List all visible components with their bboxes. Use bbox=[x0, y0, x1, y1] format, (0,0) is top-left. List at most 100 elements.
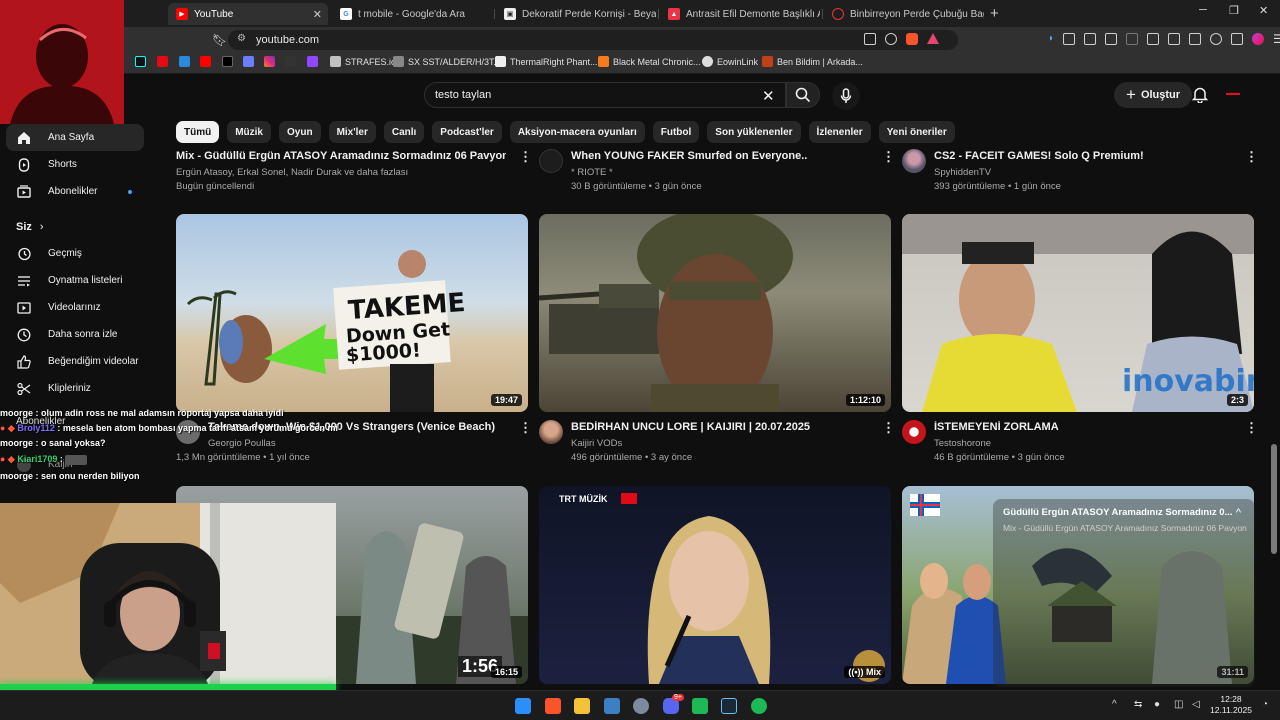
leo-icon[interactable] bbox=[1210, 33, 1223, 45]
tab-antrasit[interactable]: ▲ Antrasit Efil Demonte Başlıklı Ahşap bbox=[660, 3, 820, 25]
tray-wifi-icon[interactable]: ◫ bbox=[1174, 699, 1183, 710]
bookmark-strafes[interactable]: STRAFES.io bbox=[330, 56, 396, 67]
menu-icon[interactable]: ☰ bbox=[1273, 33, 1280, 45]
brave-rewards-icon[interactable] bbox=[927, 33, 939, 44]
notification-bell-icon[interactable]: ◔ bbox=[1262, 699, 1268, 710]
video-channel[interactable]: Kaijiri VODs bbox=[571, 438, 871, 449]
url-field[interactable]: ⚙︎ youtube.com bbox=[228, 30, 958, 50]
sidebar-item-subscriptions[interactable]: Abonelikler bbox=[0, 178, 150, 205]
more-options-icon[interactable]: ⋮ bbox=[1245, 149, 1258, 165]
chip-mixes[interactable]: Mix'ler bbox=[328, 121, 376, 143]
video-channel[interactable]: Testoshorone bbox=[934, 438, 1234, 449]
spotify-icon[interactable] bbox=[751, 698, 767, 714]
bookmark-x[interactable] bbox=[222, 56, 233, 67]
more-options-icon[interactable]: ⋮ bbox=[1245, 420, 1258, 436]
video-title[interactable]: When YOUNG FAKER Smurfed on Everyone.. bbox=[571, 150, 871, 162]
close-window-button[interactable]: ✕ bbox=[1259, 4, 1268, 17]
tab-youtube[interactable]: ▶ YouTube ✕ bbox=[168, 3, 328, 25]
profile-icon[interactable] bbox=[1252, 33, 1265, 45]
sidebar-item-playlists[interactable]: Oynatma listeleri bbox=[0, 267, 150, 294]
create-button[interactable]: + Oluştur bbox=[1114, 82, 1193, 108]
tray-network-icon[interactable]: ⇆ bbox=[1134, 699, 1142, 710]
settings-icon[interactable] bbox=[633, 698, 649, 714]
brave-icon[interactable] bbox=[545, 698, 561, 714]
bookmark-twitch[interactable] bbox=[307, 56, 318, 67]
photos-icon[interactable] bbox=[604, 698, 620, 714]
extension-icon[interactable] bbox=[1105, 33, 1118, 45]
bookmark-calc[interactable] bbox=[243, 56, 254, 67]
search-input[interactable]: testo taylan bbox=[424, 82, 786, 108]
clear-search-icon[interactable]: ✕ bbox=[762, 87, 775, 105]
tab-dekoratif[interactable]: ▣ Dekoratif Perde Kornişi - Beyaz, Siyah bbox=[496, 3, 656, 25]
video-channel[interactable]: * RIOTE * bbox=[571, 167, 871, 178]
bookmark-star-icon[interactable]: 🔖︎ bbox=[212, 33, 227, 47]
channel-avatar[interactable] bbox=[539, 149, 563, 173]
video-channel[interactable]: Ergün Atasoy, Erkal Sonel, Nadir Durak v… bbox=[176, 167, 506, 178]
vpn-icon[interactable] bbox=[1231, 33, 1244, 45]
extension-icon[interactable] bbox=[1063, 33, 1076, 45]
bookmark-eowinlink[interactable]: EowinLink bbox=[702, 56, 758, 67]
search-button[interactable] bbox=[786, 82, 820, 108]
app-icon[interactable] bbox=[692, 698, 708, 714]
voice-search-button[interactable] bbox=[832, 82, 860, 110]
sidebar-item-your-videos[interactable]: Videolarınız bbox=[0, 294, 150, 321]
sidebar-item-shorts[interactable]: Shorts bbox=[0, 151, 150, 178]
audio-icon[interactable]: ◗ bbox=[1048, 33, 1054, 45]
tray-volume-icon[interactable]: ◁ bbox=[1192, 699, 1200, 710]
more-options-icon[interactable]: ⋮ bbox=[882, 149, 895, 165]
sidebar-you-header[interactable]: Siz › bbox=[0, 213, 150, 240]
file-explorer-icon[interactable] bbox=[574, 698, 590, 714]
video-title[interactable]: İSTEMEYENİ ZORLAMA bbox=[934, 421, 1234, 433]
restore-button[interactable]: ❐ bbox=[1229, 4, 1239, 17]
extension-icon[interactable] bbox=[1126, 33, 1139, 45]
video-card-info[interactable]: When YOUNG FAKER Smurfed on Everyone.. *… bbox=[571, 150, 871, 192]
chip-music[interactable]: Müzik bbox=[227, 121, 271, 143]
sidebar-icon[interactable] bbox=[1168, 33, 1181, 45]
sidebar-item-clips[interactable]: Klipleriniz bbox=[0, 375, 150, 402]
video-thumbnail[interactable]: inovabin 2:3 bbox=[902, 214, 1254, 412]
bookmark-tiktok[interactable] bbox=[135, 56, 146, 67]
video-card-info[interactable]: İSTEMEYENİ ZORLAMA Testoshorone 46 B gör… bbox=[934, 421, 1234, 463]
bookmark-benbildim[interactable]: Ben Bildim | Arkada... bbox=[762, 56, 863, 67]
bookmark-youtube[interactable] bbox=[200, 56, 211, 67]
more-options-icon[interactable]: ⋮ bbox=[882, 420, 895, 436]
account-avatar[interactable]: ▬▬ bbox=[1226, 90, 1252, 102]
notifications-button[interactable] bbox=[1191, 86, 1209, 106]
sidebar-item-history[interactable]: Geçmiş bbox=[0, 240, 150, 267]
tray-mic-icon[interactable]: ● bbox=[1154, 699, 1160, 710]
video-title[interactable]: BEDİRHAN UNCU LORE | KAIJIRI | 20.07.202… bbox=[571, 421, 871, 433]
more-options-icon[interactable]: ⋮ bbox=[519, 420, 532, 436]
chip-gaming[interactable]: Oyun bbox=[279, 121, 321, 143]
video-thumbnail[interactable]: TAKEME Down Get $1000! 19:47 bbox=[176, 214, 528, 412]
chip-football[interactable]: Futbol bbox=[652, 121, 700, 143]
chip-podcasts[interactable]: Podcast'ler bbox=[432, 121, 502, 143]
video-thumbnail[interactable]: 1:12:10 bbox=[539, 214, 891, 412]
more-options-icon[interactable]: ⋮ bbox=[519, 149, 532, 165]
tab-binbirreyon[interactable]: Binbirreyon Perde Çubuğu Bağlantı P bbox=[824, 3, 984, 25]
new-tab-button[interactable]: + bbox=[990, 5, 999, 22]
bookmark-thermalright[interactable]: ThermalRight Phant... bbox=[495, 56, 598, 67]
close-tab-icon[interactable]: ✕ bbox=[313, 8, 322, 21]
cast-icon[interactable] bbox=[864, 33, 876, 45]
chip-action-adventure[interactable]: Aksiyon-macera oyunları bbox=[509, 121, 645, 143]
bookmark-link[interactable] bbox=[179, 56, 190, 67]
video-channel[interactable]: SpyhiddenTV bbox=[934, 167, 1234, 178]
tray-chevron-icon[interactable]: ^ bbox=[1112, 699, 1117, 710]
extension-icon[interactable] bbox=[1084, 33, 1097, 45]
video-card-info[interactable]: CS2 - FACEIT GAMES! Solo Q Premium! Spyh… bbox=[934, 150, 1234, 192]
bookmark-netflix[interactable] bbox=[157, 56, 168, 67]
sidebar-item-liked[interactable]: Beğendiğim videolar bbox=[0, 348, 150, 375]
site-info-icon[interactable]: ⚙︎ bbox=[237, 33, 246, 44]
bookmark-sx[interactable]: SX SST/ALDER/H/3T... bbox=[393, 56, 501, 67]
chevron-up-icon[interactable]: ^ bbox=[1236, 507, 1241, 519]
hover-preview[interactable]: Güdüllü Ergün ATASOY Aramadınız Sormadın… bbox=[993, 499, 1255, 687]
chip-new-to-you[interactable]: Yeni öneriler bbox=[878, 121, 955, 143]
video-thumbnail[interactable]: TRT MÜZİK ((•)) Mix bbox=[539, 486, 891, 684]
system-clock[interactable]: 12:28 12.11.2025 bbox=[1208, 694, 1254, 716]
sidebar-item-home[interactable]: Ana Sayfa bbox=[6, 124, 144, 151]
video-title[interactable]: CS2 - FACEIT GAMES! Solo Q Premium! bbox=[934, 150, 1234, 162]
video-card-info[interactable]: BEDİRHAN UNCU LORE | KAIJIRI | 20.07.202… bbox=[571, 421, 871, 463]
channel-avatar[interactable] bbox=[902, 420, 926, 444]
chip-live[interactable]: Canlı bbox=[383, 121, 425, 143]
brave-shield-icon[interactable] bbox=[906, 33, 918, 45]
